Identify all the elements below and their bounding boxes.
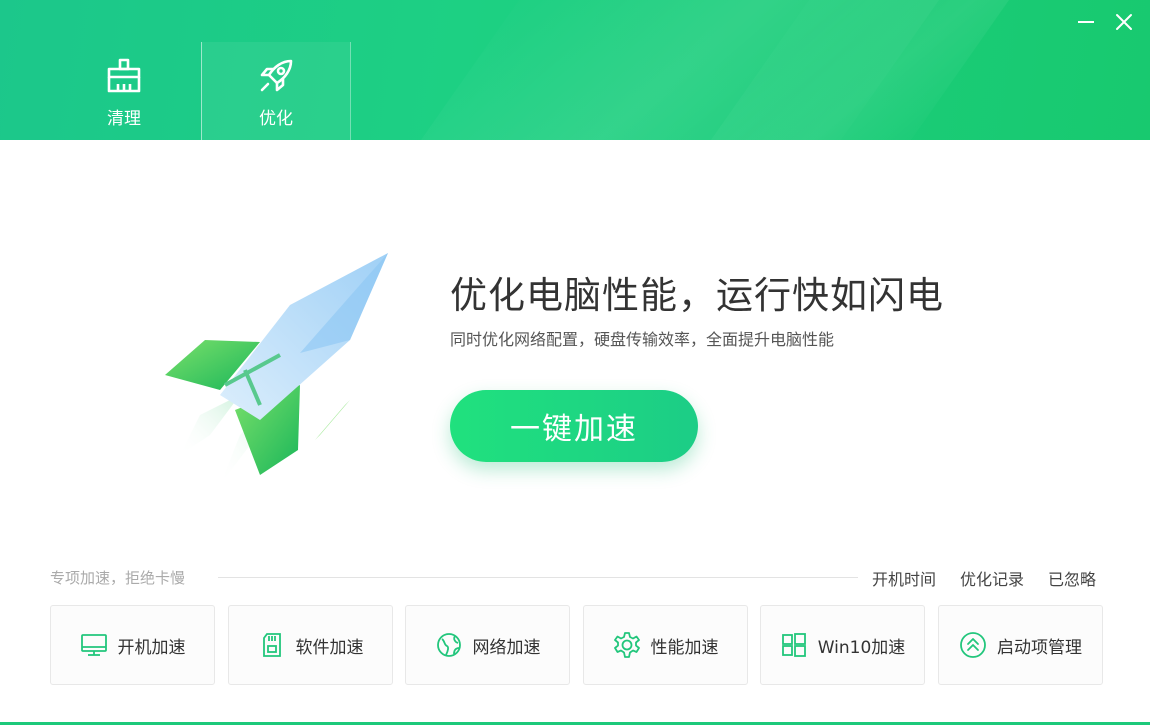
sd-card-icon [262,633,281,657]
tab-clean[interactable]: 清理 [50,42,198,140]
close-icon[interactable] [1112,10,1136,34]
broom-icon [107,58,141,93]
card-label: 开机加速 [117,637,186,658]
minimize-icon[interactable] [1074,10,1098,34]
optimize-records-link[interactable]: 优化记录 [960,566,1024,590]
tab-clean-label: 清理 [107,109,141,129]
speedup-cards: 开机加速 软件加速 网络加速 性能加速 Win10加速 启动项管理 [50,605,1103,685]
rocket-illustration [165,253,388,485]
monitor-icon [80,634,107,656]
card-performance-speedup[interactable]: 性能加速 [583,605,748,685]
globe-icon [436,633,461,657]
one-click-boost-button[interactable]: 一键加速 [450,390,698,462]
card-label: 网络加速 [472,637,541,658]
card-label: Win10加速 [817,637,906,658]
boot-time-link[interactable]: 开机时间 [872,566,936,590]
ignored-link[interactable]: 已忽略 [1048,566,1096,590]
tab-optimize[interactable]: 优化 [201,42,351,140]
rocket-icon [260,59,293,92]
card-network-speedup[interactable]: 网络加速 [405,605,570,685]
card-label: 软件加速 [295,637,364,658]
card-win10-speedup[interactable]: Win10加速 [760,605,925,685]
hero-title: 优化电脑性能，运行快如闪电 [450,274,944,317]
hero-subtitle: 同时优化网络配置，硬盘传输效率，全面提升电脑性能 [450,330,835,349]
card-startup-manager[interactable]: 启动项管理 [938,605,1103,685]
card-label: 启动项管理 [997,637,1082,658]
card-label: 性能加速 [650,637,719,658]
gear-icon [613,632,640,658]
card-software-speedup[interactable]: 软件加速 [228,605,393,685]
section-title: 专项加速，拒绝卡慢 [50,569,186,587]
windows-icon [781,633,806,657]
section-divider [218,577,858,578]
card-boot-speedup[interactable]: 开机加速 [50,605,215,685]
tab-optimize-label: 优化 [259,109,293,129]
top-header: 清理 优化 [0,0,1150,140]
chevrons-up-icon [960,632,986,658]
